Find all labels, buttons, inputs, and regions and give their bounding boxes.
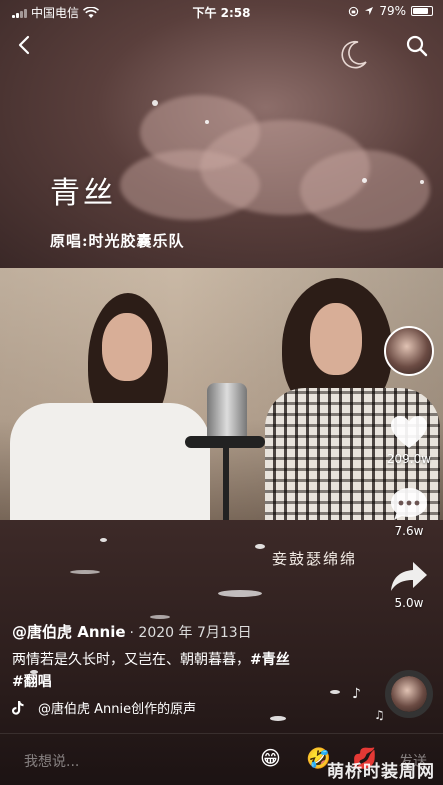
hashtag-qingsi[interactable]: #青丝 [250,652,290,668]
post-description: 两情若是久长时，又岂在、朝朝暮暮，#青丝 #翻唱 [12,649,342,693]
song-credit: 原唱:时光胶囊乐队 [50,232,185,250]
like-count: 209.0w [386,452,432,466]
description-text: 两情若是久长时，又岂在、朝朝暮暮， [12,652,250,668]
music-title: @唐伯虎 Annie创作的原声 [38,702,197,717]
battery-percent: 79% [379,4,406,18]
share-arrow-icon [391,562,427,591]
heart-icon [390,416,427,448]
grin-emoji-icon[interactable]: 😁 [260,746,281,770]
action-rail: 209.0w 7.6w 5.0w [383,326,435,610]
location-icon [365,7,374,15]
search-icon[interactable] [405,34,429,58]
song-title: 青丝 [50,176,116,211]
lyric-overlay: 妾鼓瑟绵绵 [272,550,358,568]
watermark: 萌桥时装周网 [327,762,435,782]
moon-icon [341,40,367,69]
floating-note-icon: ♫ [374,708,385,722]
comment-bubble-icon [391,488,427,520]
status-bar: 中国电信 下午 2:58 79% [0,0,443,22]
rotation-lock-icon [349,6,359,16]
battery-icon [411,6,433,16]
comment-button[interactable]: 7.6w [389,486,429,538]
floating-note-icon: ♪ [352,686,361,702]
comment-input[interactable]: 我想说... [24,751,79,771]
artwork-top-background [0,0,443,268]
comment-count: 7.6w [394,524,424,538]
video-frame[interactable] [0,268,443,520]
music-info[interactable]: @唐伯虎 Annie创作的原声 [12,698,228,717]
like-button[interactable]: 209.0w [387,414,431,466]
share-count: 5.0w [394,596,424,610]
tiktok-note-icon [12,700,24,715]
author-name[interactable]: @唐伯虎 Annie [12,623,126,641]
share-button[interactable]: 5.0w [389,560,429,610]
chevron-left-icon[interactable] [14,34,36,56]
music-disc[interactable] [385,670,433,718]
disc-cover [391,676,427,712]
hashtag-fanchang[interactable]: #翻唱 [12,674,52,690]
author-avatar[interactable] [384,326,434,376]
post-date: · 2020 年 7月13日 [129,625,252,641]
author-line: @唐伯虎 Annie · 2020 年 7月13日 [12,621,252,642]
